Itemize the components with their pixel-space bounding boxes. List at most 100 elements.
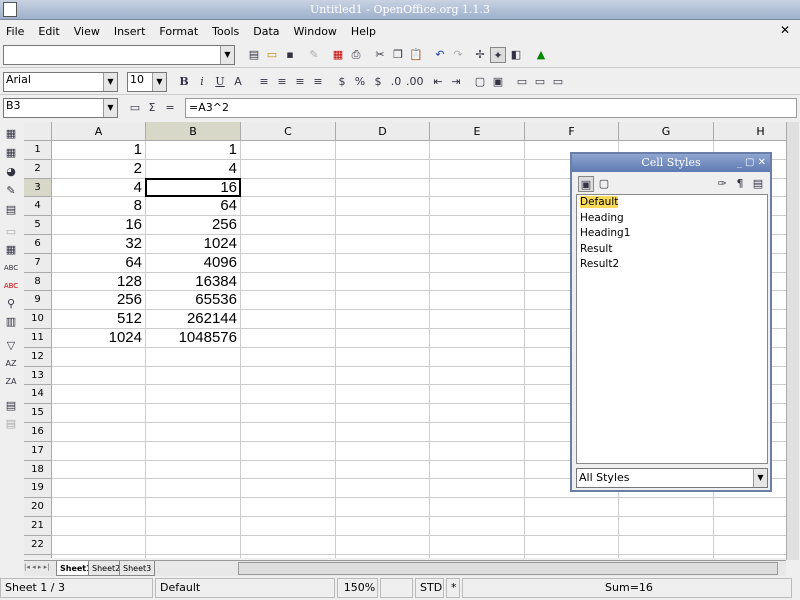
- style-item[interactable]: Result: [577, 242, 767, 258]
- column-header-C[interactable]: C: [241, 122, 336, 141]
- cell-D23[interactable]: [336, 554, 430, 558]
- cell-E21[interactable]: [430, 517, 525, 536]
- cell-C22[interactable]: [241, 535, 336, 555]
- cell-D2[interactable]: [336, 159, 430, 179]
- underline-icon[interactable]: U: [212, 74, 228, 90]
- cell-H20[interactable]: [714, 498, 786, 517]
- cell-A11[interactable]: 1024: [52, 329, 146, 348]
- align-center-icon[interactable]: ≡: [274, 74, 290, 90]
- increase-indent-icon[interactable]: ⇥: [448, 74, 464, 90]
- close-document-icon[interactable]: ✕: [780, 23, 790, 37]
- cell-D14[interactable]: [336, 385, 430, 405]
- row-header-3[interactable]: 3: [24, 178, 52, 198]
- cell-C7[interactable]: [241, 253, 336, 273]
- function-wizard-icon[interactable]: ▭: [127, 100, 143, 116]
- font-name-select[interactable]: Arial ▼: [3, 72, 118, 92]
- cell-A17[interactable]: [52, 441, 146, 461]
- row-header-22[interactable]: 22: [24, 535, 52, 555]
- delete-decimal-icon[interactable]: .00: [406, 74, 424, 90]
- vertical-scrollbar[interactable]: [786, 122, 799, 560]
- row-header-13[interactable]: 13: [24, 366, 52, 386]
- cell-E5[interactable]: [430, 216, 525, 235]
- cell-B16[interactable]: [146, 423, 241, 442]
- style-item[interactable]: Default: [577, 195, 767, 211]
- cell-D22[interactable]: [336, 535, 430, 555]
- paste-icon[interactable]: 📋: [408, 47, 424, 63]
- row-header-8[interactable]: 8: [24, 272, 52, 292]
- cell-D4[interactable]: [336, 197, 430, 217]
- cell-D13[interactable]: [336, 366, 430, 386]
- function-icon[interactable]: =: [162, 100, 178, 116]
- cell-E20[interactable]: [430, 498, 525, 517]
- cell-C1[interactable]: [241, 141, 336, 160]
- cell-B3[interactable]: 16: [146, 178, 241, 198]
- cell-B4[interactable]: 64: [146, 197, 241, 217]
- justify-icon[interactable]: ≡: [310, 74, 326, 90]
- add-decimal-icon[interactable]: .0: [388, 74, 404, 90]
- cell-C12[interactable]: [241, 347, 336, 367]
- update-style-icon[interactable]: ▤: [750, 176, 766, 192]
- cell-A23[interactable]: [52, 554, 146, 558]
- cell-C3[interactable]: [241, 178, 336, 198]
- autofilter-icon[interactable]: ▽: [3, 338, 19, 354]
- cell-A12[interactable]: [52, 347, 146, 367]
- row-header-10[interactable]: 10: [24, 310, 52, 329]
- cell-C19[interactable]: [241, 479, 336, 499]
- cell-D18[interactable]: [336, 460, 430, 480]
- cell-B5[interactable]: 256: [146, 216, 241, 235]
- cell-E15[interactable]: [430, 404, 525, 423]
- row-header-21[interactable]: 21: [24, 517, 52, 536]
- menu-view[interactable]: View: [68, 25, 106, 38]
- undo-icon[interactable]: ↶: [432, 47, 448, 63]
- percent-icon[interactable]: %: [352, 74, 368, 90]
- cell-styles-icon[interactable]: ▣: [578, 176, 594, 192]
- cell-G20[interactable]: [619, 498, 714, 517]
- name-box[interactable]: B3 ▼: [3, 98, 118, 118]
- row-header-7[interactable]: 7: [24, 253, 52, 273]
- row-header-20[interactable]: 20: [24, 498, 52, 517]
- wrap-icon[interactable]: ▭: [532, 74, 548, 90]
- row-header-6[interactable]: 6: [24, 235, 52, 254]
- font-size-select[interactable]: 10 ▼: [127, 72, 167, 92]
- cell-B18[interactable]: [146, 460, 241, 480]
- column-header-G[interactable]: G: [619, 122, 714, 141]
- column-header-F[interactable]: F: [525, 122, 619, 141]
- chevron-down-icon[interactable]: ▼: [152, 73, 166, 91]
- cell-F22[interactable]: [525, 535, 619, 555]
- row-header-4[interactable]: 4: [24, 197, 52, 217]
- open-icon[interactable]: ▭: [264, 47, 280, 63]
- sheet-tab-sheet3[interactable]: Sheet3: [119, 561, 156, 576]
- cell-A8[interactable]: 128: [52, 272, 146, 292]
- chevron-down-icon[interactable]: ▼: [103, 99, 117, 117]
- cell-B9[interactable]: 65536: [146, 291, 241, 311]
- url-input[interactable]: ▼: [3, 45, 235, 65]
- cell-B14[interactable]: [146, 385, 241, 405]
- image-icon[interactable]: ▲: [533, 47, 549, 63]
- row-header-12[interactable]: 12: [24, 347, 52, 367]
- cell-D5[interactable]: [336, 216, 430, 235]
- column-header-D[interactable]: D: [336, 122, 430, 141]
- cell-C13[interactable]: [241, 366, 336, 386]
- sort-descending-icon[interactable]: ZA: [3, 374, 19, 390]
- cell-E9[interactable]: [430, 291, 525, 311]
- cell-A4[interactable]: 8: [52, 197, 146, 217]
- print-icon[interactable]: ⎙: [348, 47, 364, 63]
- insert-icon[interactable]: ▦: [3, 126, 19, 142]
- app-icon[interactable]: [3, 2, 17, 17]
- style-filter-select[interactable]: All Styles ▼: [576, 468, 768, 488]
- row-header-11[interactable]: 11: [24, 329, 52, 348]
- cell-D10[interactable]: [336, 310, 430, 329]
- cell-E7[interactable]: [430, 253, 525, 273]
- new-style-icon[interactable]: ¶: [732, 176, 748, 192]
- cell-E4[interactable]: [430, 197, 525, 217]
- gallery-icon[interactable]: ◧: [508, 47, 524, 63]
- style-item[interactable]: Result2: [577, 257, 767, 273]
- cell-H23[interactable]: [714, 555, 786, 558]
- cell-C23[interactable]: [241, 554, 336, 558]
- save-icon[interactable]: ▪: [282, 47, 298, 63]
- menu-edit[interactable]: Edit: [32, 25, 65, 38]
- stylist-icon[interactable]: ✦: [490, 47, 506, 63]
- chevron-down-icon[interactable]: ▼: [103, 73, 117, 91]
- row-header-14[interactable]: 14: [24, 385, 52, 405]
- cell-B7[interactable]: 4096: [146, 253, 241, 273]
